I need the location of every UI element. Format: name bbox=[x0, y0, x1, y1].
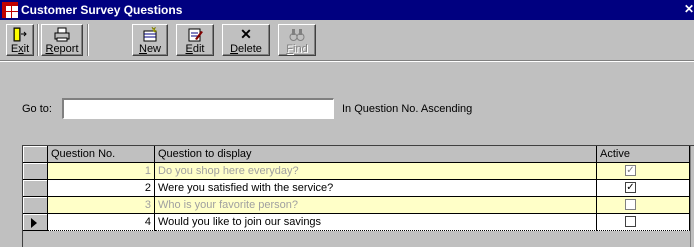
exit-label: Exit bbox=[10, 43, 30, 55]
table-row[interactable]: 4 Would you like to join our savings bbox=[23, 214, 694, 231]
close-icon[interactable]: ✕ bbox=[684, 2, 694, 17]
row-selector[interactable] bbox=[23, 180, 48, 197]
row-selector[interactable] bbox=[23, 197, 48, 214]
current-row-pointer-icon bbox=[31, 218, 37, 228]
window-titlebar: Customer Survey Questions ✕ bbox=[0, 0, 694, 20]
active-cell[interactable]: ✓ bbox=[597, 180, 690, 197]
active-cell[interactable] bbox=[597, 214, 690, 231]
question-text-cell[interactable]: Do you shop here everyday? bbox=[155, 163, 597, 180]
question-text-cell[interactable]: Who is your favorite person? bbox=[155, 197, 597, 214]
column-header-number[interactable]: Question No. bbox=[48, 146, 155, 163]
question-number-cell[interactable]: 3 bbox=[48, 197, 155, 214]
toolbar: Exit Report New Edit ✕ Delete Find bbox=[0, 20, 694, 61]
column-header-active[interactable]: Active bbox=[597, 146, 690, 163]
report-label: Report bbox=[45, 43, 79, 55]
vertical-scrollbar[interactable] bbox=[690, 146, 694, 247]
toolbar-separator bbox=[87, 24, 89, 56]
table-row[interactable]: 2 Were you satisfied with the service? ✓ bbox=[23, 180, 694, 197]
active-checkbox[interactable] bbox=[625, 216, 636, 227]
delete-label: Delete bbox=[230, 43, 262, 55]
new-record-icon bbox=[133, 27, 167, 42]
active-cell[interactable] bbox=[597, 197, 690, 214]
app-table-icon bbox=[2, 2, 18, 18]
table-row[interactable]: 3 Who is your favorite person? bbox=[23, 197, 694, 214]
active-cell[interactable]: ✓ bbox=[597, 163, 690, 180]
grid-header-row: Question No. Question to display Active bbox=[23, 146, 694, 163]
edit-button[interactable]: Edit bbox=[176, 24, 214, 56]
question-number-cell[interactable]: 4 bbox=[48, 214, 155, 231]
new-label: New bbox=[138, 43, 161, 55]
question-number-cell[interactable]: 2 bbox=[48, 180, 155, 197]
sort-order-text: In Question No. Ascending bbox=[342, 103, 473, 115]
questions-grid: Question No. Question to display Active … bbox=[22, 145, 694, 247]
binoculars-icon bbox=[279, 27, 315, 42]
window-title: Customer Survey Questions bbox=[21, 3, 183, 17]
column-header-question[interactable]: Question to display bbox=[155, 146, 597, 163]
question-number-cell[interactable]: 1 bbox=[48, 163, 155, 180]
exit-button[interactable]: Exit bbox=[6, 24, 34, 56]
find-label: Find bbox=[286, 43, 308, 55]
row-selector[interactable] bbox=[23, 214, 48, 231]
row-selector[interactable] bbox=[23, 163, 48, 180]
delete-x-icon: ✕ bbox=[240, 26, 252, 42]
report-button[interactable]: Report bbox=[41, 24, 83, 56]
edit-record-icon bbox=[177, 27, 213, 42]
question-text-cell[interactable]: Were you satisfied with the service? bbox=[155, 180, 597, 197]
exit-door-icon bbox=[7, 27, 33, 42]
active-checkbox[interactable]: ✓ bbox=[625, 165, 636, 176]
goto-input[interactable] bbox=[62, 98, 334, 119]
delete-button[interactable]: ✕ Delete bbox=[222, 24, 270, 56]
active-checkbox[interactable]: ✓ bbox=[625, 182, 636, 193]
active-checkbox[interactable] bbox=[625, 199, 636, 210]
question-text-cell[interactable]: Would you like to join our savings bbox=[155, 214, 597, 231]
toolbar-separator bbox=[37, 24, 39, 56]
goto-label: Go to: bbox=[22, 103, 52, 115]
table-row[interactable]: 1 Do you shop here everyday? ✓ bbox=[23, 163, 694, 180]
printer-icon bbox=[42, 27, 82, 42]
find-button[interactable]: Find bbox=[278, 24, 316, 56]
new-button[interactable]: New bbox=[132, 24, 168, 56]
row-selector-header[interactable] bbox=[23, 146, 48, 163]
edit-label: Edit bbox=[185, 43, 205, 55]
